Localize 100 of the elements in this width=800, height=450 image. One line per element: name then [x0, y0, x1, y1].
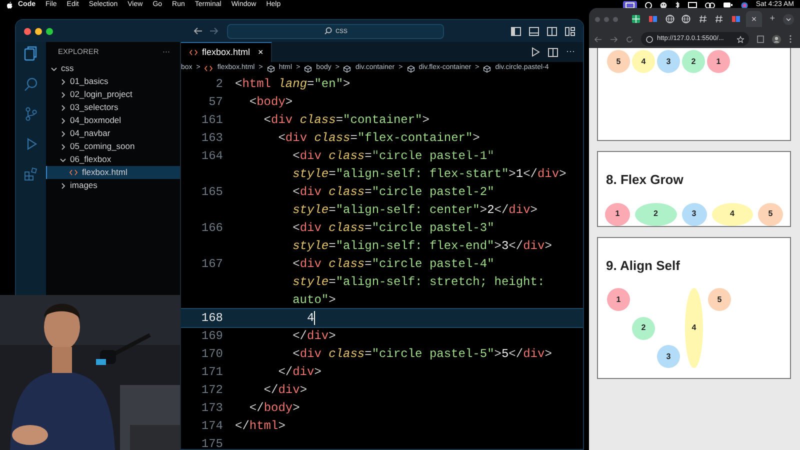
profile-icon[interactable] [772, 34, 781, 44]
line-number: 167 [200, 256, 223, 273]
tree-item[interactable]: 06_flexbox [46, 153, 180, 166]
line-number: 161 [200, 112, 223, 129]
circle: 1 [707, 50, 730, 73]
code-line: <div class="container"> [262, 112, 430, 129]
bookmark-star-icon[interactable] [737, 36, 744, 42]
code-line: auto"> [292, 292, 336, 309]
sheet-icon [631, 14, 642, 24]
app-icon [730, 14, 741, 24]
code-line: <div class="circle pastel-3" [292, 220, 494, 237]
tree-item[interactable]: flexbox.html [46, 166, 180, 179]
line-number: 163 [200, 130, 223, 147]
code-line: style="align-self: flex-end">3</div> [292, 238, 552, 255]
sidebar-toggle-icon[interactable] [511, 26, 521, 36]
element-icon [483, 64, 492, 72]
source-control-icon[interactable] [24, 107, 38, 121]
code-line: 4 [306, 310, 316, 327]
code-line: </body> [248, 400, 300, 417]
apple-icon[interactable] [6, 1, 13, 9]
circle: 1 [605, 202, 630, 226]
browser-tab[interactable]: × [746, 11, 762, 27]
battery-icon[interactable] [722, 2, 733, 8]
close-button[interactable]: × [258, 46, 264, 60]
new-tab-button[interactable]: + [770, 12, 776, 26]
split-editor-icon[interactable] [548, 48, 558, 56]
code-line: <body> [248, 94, 293, 111]
reload-icon[interactable] [626, 36, 633, 42]
text-cursor [314, 310, 316, 325]
split-layout-icon[interactable] [547, 26, 557, 36]
circle: 2 [682, 50, 705, 73]
circle: 5 [708, 288, 731, 311]
line-number: 170 [200, 346, 223, 363]
circle: 5 [758, 202, 783, 226]
display-icon[interactable] [688, 2, 697, 8]
tree-item[interactable]: 01_basics [46, 75, 180, 88]
smiley-icon[interactable] [660, 2, 667, 8]
line-number: 174 [200, 418, 223, 435]
code-line: </html> [234, 418, 286, 435]
circle: 3 [682, 202, 706, 226]
globe-icon [681, 14, 692, 24]
editor-tab[interactable]: flexbox.html × [181, 42, 272, 62]
section-heading: 8. Flex Grow [606, 171, 684, 189]
search-field[interactable]: css [227, 24, 444, 38]
forward-arrow-icon[interactable] [209, 27, 219, 35]
layout-icon[interactable] [565, 26, 575, 36]
line-number: 2 [214, 76, 223, 93]
line-number: 173 [200, 400, 223, 417]
extensions-icon[interactable] [24, 167, 38, 181]
tab-search-icon[interactable] [783, 14, 794, 24]
code-line: </div> [262, 382, 308, 399]
bluetooth-icon[interactable] [674, 1, 680, 9]
line-number: 175 [200, 436, 223, 449]
more-actions-button[interactable]: ··· [566, 45, 575, 59]
forward-icon[interactable] [610, 36, 618, 42]
circle: 5 [607, 50, 630, 73]
circle: 4 [632, 50, 655, 73]
tree-item[interactable]: images [46, 179, 180, 192]
back-icon[interactable] [594, 36, 602, 42]
circle: 1 [607, 288, 630, 311]
files-icon[interactable] [24, 46, 38, 61]
code-line: style="align-self: stretch; height: [292, 274, 545, 291]
menu-icon[interactable] [789, 35, 792, 43]
app-icon [648, 14, 658, 24]
line-number: 166 [200, 220, 223, 237]
tree-item[interactable]: 04_navbar [46, 127, 180, 140]
html-file-icon [204, 65, 214, 72]
globe-icon [664, 14, 675, 24]
link-icon[interactable] [704, 2, 715, 8]
tree-item[interactable]: 03_selectors [46, 101, 180, 114]
run-icon[interactable] [531, 47, 540, 57]
line-number: 168 [200, 310, 223, 327]
tree-item[interactable]: css [46, 62, 180, 75]
search-icon[interactable] [24, 77, 38, 91]
tree-item[interactable]: 05_coming_soon [46, 140, 180, 153]
line-number: 172 [200, 382, 223, 399]
element-icon [406, 64, 415, 72]
site-info-icon [646, 36, 653, 42]
html-file-icon [189, 49, 198, 56]
element-icon [304, 64, 312, 72]
back-arrow-icon[interactable] [193, 27, 203, 35]
extension-icon[interactable] [757, 35, 764, 43]
line-number: 57 [208, 94, 223, 111]
line-number: 169 [200, 328, 223, 345]
code-line: <div class="circle pastel-1" [292, 148, 494, 165]
chevron-icon [59, 182, 67, 190]
panel-toggle-icon[interactable] [529, 26, 539, 36]
hash-icon [714, 14, 724, 24]
circle: 4 [712, 202, 753, 226]
circle: 3 [657, 345, 680, 368]
line-number: 164 [200, 148, 223, 165]
circle: 2 [635, 202, 676, 226]
circle-icon[interactable] [644, 2, 652, 8]
tree-item[interactable]: 04_boxmodel [46, 114, 180, 127]
search-icon [324, 27, 332, 35]
tree-item[interactable]: 02_login_project [46, 88, 180, 101]
code-line: <div class="circle pastel-5">5</div> [292, 346, 552, 363]
code-line: <div class="circle pastel-4" [292, 256, 494, 273]
code-line: style="align-self: flex-start">1</div> [292, 166, 566, 183]
html-file-icon [69, 169, 78, 176]
